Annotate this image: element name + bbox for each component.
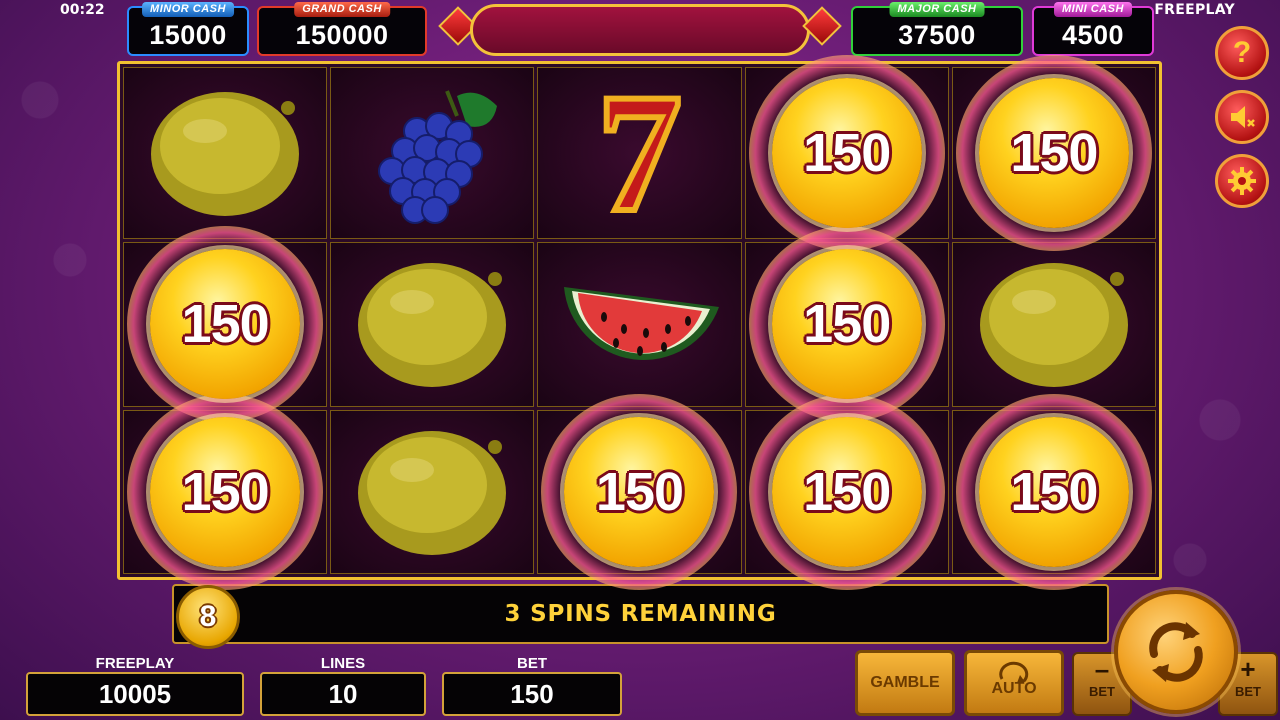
jackpot-minor: MINOR CASH 15000 [127, 2, 249, 56]
jackpot-mini: MINI CASH 4500 [1032, 2, 1154, 56]
cash-coin-symbol: 150 [564, 416, 715, 567]
jackpot-mini-label: MINI CASH [1054, 2, 1132, 17]
coin-value: 150 [181, 461, 270, 522]
cash-coin-symbol: 150 [771, 249, 922, 400]
reel-cell: 150 [744, 55, 949, 251]
lemon-symbol [347, 415, 517, 569]
help-button[interactable]: ? [1215, 26, 1269, 80]
jackpot-grand-label: GRAND CASH [294, 2, 390, 17]
reels-grid: 7 150 150 150 150 150 150 150 150 [117, 55, 1162, 590]
jackpot-minor-value: 15000 [149, 20, 227, 50]
gamble-label: GAMBLE [870, 674, 940, 691]
spin-counter-value: 8 [199, 600, 217, 633]
lemon-symbol [347, 247, 517, 401]
coin-value: 150 [803, 123, 891, 183]
lemon-symbol [969, 247, 1139, 401]
coin-value: 150 [1010, 461, 1098, 522]
coin-value: 150 [803, 294, 891, 355]
reel-cell: 150 [744, 226, 949, 423]
jackpot-grand-value: 150000 [295, 20, 389, 50]
spins-remaining-text: 3 SPINS REMAINING [504, 601, 777, 627]
watermelon-symbol [554, 247, 724, 401]
gamble-button[interactable]: GAMBLE [855, 650, 955, 716]
coin-value: 150 [595, 461, 684, 522]
cash-coin-symbol: 150 [150, 416, 301, 567]
coin-value: 150 [1010, 123, 1098, 183]
jackpot-grand: GRAND CASH 150000 [257, 2, 427, 56]
reel-cell [123, 67, 328, 239]
reel-cell [537, 242, 742, 407]
freeplay-label: FREEPLAY [95, 655, 175, 672]
auto-button[interactable]: AUTO [964, 650, 1064, 716]
jackpot-major: MAJOR CASH 37500 [851, 2, 1023, 56]
speaker-muted-icon [1231, 106, 1255, 128]
jackpot-mini-value: 4500 [1061, 20, 1125, 50]
jackpot-major-value: 37500 [898, 20, 976, 50]
grapes-symbol [347, 76, 517, 230]
cash-coin-symbol: 150 [771, 416, 922, 567]
title-plaque [470, 4, 810, 56]
bet-decrease-label: BET [1089, 684, 1115, 699]
coin-value: 150 [181, 294, 270, 355]
cash-coin-symbol: 150 [978, 78, 1129, 228]
cash-coin-symbol: 150 [978, 416, 1129, 567]
lines-label: LINES [320, 655, 366, 672]
auto-label: AUTO [991, 680, 1037, 697]
reel-cell: 150 [537, 393, 742, 590]
cash-coin-symbol: 150 [771, 78, 922, 228]
jackpot-major-label: MAJOR CASH [889, 2, 985, 17]
bet-display: 150 [442, 672, 622, 716]
reel-cell: 150 [744, 393, 949, 590]
jackpot-minor-label: MINOR CASH [142, 2, 234, 17]
diamond-ornament-right [802, 6, 842, 46]
reel-cell [330, 409, 535, 574]
cash-coin-symbol: 150 [150, 249, 301, 400]
help-icon: ? [1232, 36, 1252, 69]
freeplay-value: 10005 [98, 678, 172, 709]
coin-value: 150 [803, 461, 891, 522]
spin-button[interactable] [1114, 590, 1238, 714]
reel-cell: 150 [123, 226, 328, 423]
reel-cell: 7 [537, 59, 742, 247]
reel-cell: 150 [951, 393, 1156, 590]
seven-symbol: 7 [594, 59, 685, 247]
mode-indicator: FREEPLAY [1154, 2, 1235, 18]
lines-display: 10 [260, 672, 426, 716]
lemon-symbol [140, 76, 310, 230]
reel-cell [330, 242, 535, 407]
spin-counter-coin: 8 [176, 585, 240, 649]
clock: 00:22 [60, 2, 105, 18]
bet-value: 150 [510, 678, 554, 709]
gear-icon [1228, 167, 1256, 195]
bet-increase-label: BET [1235, 684, 1261, 699]
settings-button[interactable] [1215, 154, 1269, 208]
reel-cell [330, 67, 535, 239]
spin-arrows-icon [1149, 622, 1203, 682]
reel-cell: 150 [951, 55, 1156, 251]
freeplay-balance: 10005 [26, 672, 244, 716]
reel-cell: 150 [123, 393, 328, 590]
spins-remaining-bar: 3 SPINS REMAINING [172, 584, 1109, 644]
sound-button[interactable] [1215, 90, 1269, 144]
reel-cell [951, 242, 1156, 407]
bet-label: BET [517, 655, 547, 672]
lines-value: 10 [328, 678, 358, 709]
